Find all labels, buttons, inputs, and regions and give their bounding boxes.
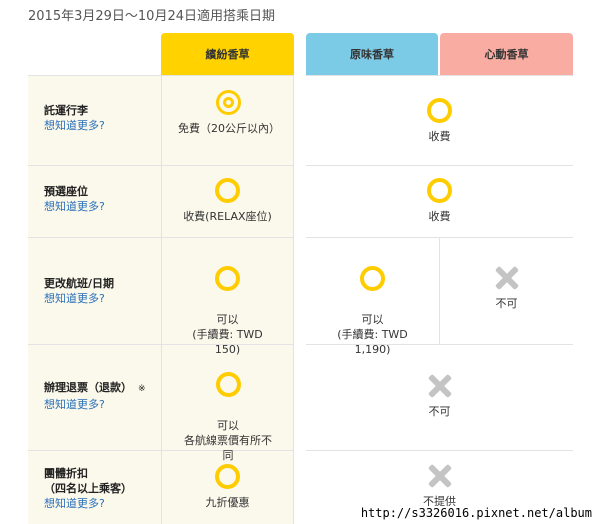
- circle-icon: [215, 266, 240, 291]
- more-link-change[interactable]: 想知道更多?: [44, 291, 114, 306]
- flex-refund-cell: 可以 各航線票價有所不 同: [175, 357, 281, 463]
- other-seat-text: 收費: [428, 210, 451, 223]
- row-divider: [28, 237, 294, 238]
- row-divider: [28, 75, 294, 76]
- feature-group: 團體折扣 （四名以上乘客） 想知道更多?: [44, 466, 132, 511]
- circle-icon: [215, 178, 240, 203]
- heart-change-cell: 不可: [440, 266, 573, 311]
- more-link-refund[interactable]: 想知道更多?: [44, 397, 146, 412]
- original-change-cell: 可以 (手續費: TWD 1,190): [306, 251, 439, 357]
- plan-header-heart: 心動香草: [440, 33, 573, 75]
- feature-baggage: 託運行李 想知道更多?: [44, 103, 105, 133]
- flex-seat-text: 收費(RELAX座位): [183, 210, 272, 223]
- feature-label: 辦理退票（退款）: [44, 381, 132, 394]
- row-divider: [28, 165, 294, 166]
- other-seat-cell: 收費: [306, 178, 573, 224]
- row-divider: [306, 450, 573, 451]
- cross-icon: [428, 464, 452, 488]
- flex-baggage-cell: 免費（20公斤以內）: [178, 90, 280, 136]
- other-baggage-cell: 收費: [306, 98, 573, 144]
- feature-label: 團體折扣 （四名以上乘客）: [44, 467, 132, 495]
- other-group-cell: 不提供: [306, 464, 573, 509]
- other-refund-text: 不可: [428, 405, 451, 418]
- flex-change-cell: 可以 (手續費: TWD 150): [163, 251, 292, 357]
- more-link-seat[interactable]: 想知道更多?: [44, 199, 105, 214]
- circle-icon: [215, 464, 240, 489]
- cross-icon: [495, 266, 519, 290]
- original-change-text: 可以 (手續費: TWD 1,190): [337, 313, 408, 356]
- plan-header-flex: 繽紛香草: [161, 33, 294, 75]
- flex-group-text: 九折優惠: [205, 496, 250, 509]
- more-link-group[interactable]: 想知道更多?: [44, 496, 132, 511]
- row-divider: [306, 75, 573, 76]
- other-refund-cell: 不可: [306, 374, 573, 419]
- more-link-baggage[interactable]: 想知道更多?: [44, 118, 105, 133]
- url-watermark: http://s3326016.pixnet.net/album: [358, 506, 594, 520]
- circle-icon: [427, 98, 452, 123]
- circle-icon: [427, 178, 452, 203]
- feature-label: 更改航班/日期: [44, 277, 115, 290]
- row-divider: [306, 165, 573, 166]
- feature-label: 預選座位: [44, 185, 88, 198]
- feature-label: 託運行李: [44, 104, 88, 117]
- flex-change-text: 可以 (手續費: TWD 150): [192, 313, 263, 356]
- refund-note-mark: ※: [138, 384, 146, 394]
- plan-header-original: 原味香草: [306, 33, 438, 75]
- circle-icon: [360, 266, 385, 291]
- period-text: 2015年3月29日～10月24日適用搭乘日期: [28, 9, 275, 24]
- heart-change-text: 不可: [495, 297, 518, 310]
- flex-group-cell: 九折優惠: [163, 464, 292, 510]
- flex-seat-cell: 收費(RELAX座位): [163, 178, 292, 224]
- feature-change: 更改航班/日期 想知道更多?: [44, 276, 114, 306]
- feature-seat: 預選座位 想知道更多?: [44, 184, 105, 214]
- double-circle-icon: [215, 90, 241, 115]
- flex-refund-text: 可以 各航線票價有所不 同: [184, 419, 272, 462]
- flex-baggage-text: 免費（20公斤以內）: [178, 122, 280, 135]
- circle-icon: [215, 372, 241, 397]
- cross-icon: [428, 374, 452, 398]
- feature-refund: 辦理退票（退款） ※ 想知道更多?: [44, 380, 146, 412]
- other-baggage-text: 收費: [428, 130, 451, 143]
